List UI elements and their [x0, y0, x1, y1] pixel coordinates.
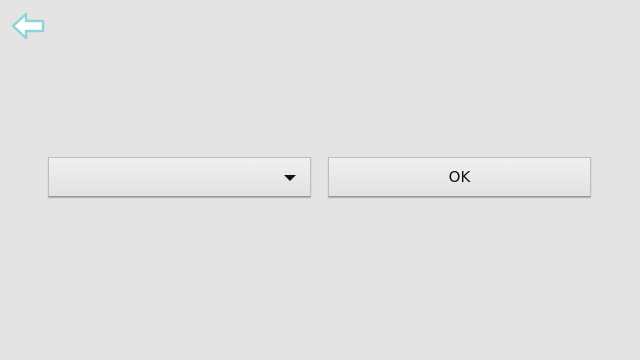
- ok-button[interactable]: OK: [328, 157, 591, 197]
- screen: OK: [0, 0, 640, 360]
- caret-down-icon: [284, 175, 296, 181]
- back-arrow-icon: [10, 10, 46, 42]
- dropdown-select[interactable]: [48, 157, 311, 197]
- back-button[interactable]: [10, 10, 46, 42]
